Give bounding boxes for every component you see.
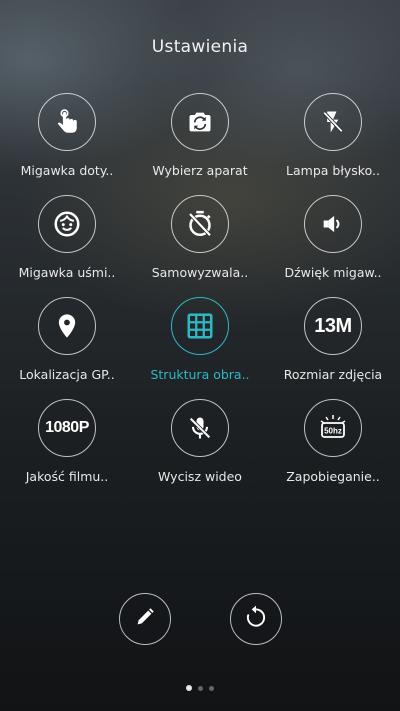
mute-video-label: Wycisz wideo — [158, 469, 242, 484]
photo-size-label: Rozmiar zdjęcia — [283, 367, 383, 382]
touch-shutter-icon — [38, 93, 96, 151]
anti-flicker-icon: 50hz — [304, 399, 362, 457]
self-timer-label: Samowyzwala.. — [151, 265, 249, 280]
page-indicator — [0, 676, 400, 695]
resolution-icon-text: 13M — [314, 314, 352, 337]
video-quality-icon: 1080P — [38, 399, 96, 457]
switch-camera-setting[interactable]: Wybierz aparat — [133, 93, 267, 195]
mic-off-icon — [171, 399, 229, 457]
reset-icon — [243, 604, 269, 634]
photo-size-setting[interactable]: 13M Rozmiar zdjęcia — [266, 297, 400, 399]
pencil-icon — [134, 606, 156, 632]
video-quality-label: Jakość filmu.. — [25, 469, 109, 484]
page-indicator-dot — [198, 686, 203, 691]
grid-label: Struktura obra.. — [150, 367, 250, 382]
switch-camera-icon — [171, 93, 229, 151]
anti-flicker-icon-text: 50hz — [324, 426, 342, 435]
mute-video-setting[interactable]: Wycisz wideo — [133, 399, 267, 501]
touch-shutter-setting[interactable]: Migawka doty.. — [0, 93, 134, 195]
grid-icon — [171, 297, 229, 355]
flash-label: Lampa błysko.. — [286, 163, 380, 178]
self-timer-setting[interactable]: Samowyzwala.. — [133, 195, 267, 297]
settings-grid: Migawka doty.. Wybierz aparat Lampa błys… — [0, 93, 400, 501]
smile-shutter-label: Migawka uśmi.. — [18, 265, 116, 280]
reset-button[interactable] — [230, 593, 282, 645]
gps-location-setting[interactable]: Lokalizacja GP.. — [0, 297, 134, 399]
flash-off-icon — [304, 93, 362, 151]
touch-shutter-label: Migawka doty.. — [20, 163, 114, 178]
settings-row: 1080P Jakość filmu.. Wycisz wideo 50hz Z… — [0, 399, 400, 501]
grid-setting[interactable]: Struktura obra.. — [133, 297, 267, 399]
smile-shutter-setting[interactable]: Migawka uśmi.. — [0, 195, 134, 297]
timer-off-icon — [171, 195, 229, 253]
gps-location-label: Lokalizacja GP.. — [19, 367, 115, 382]
video-quality-icon-text: 1080P — [45, 419, 89, 436]
location-pin-icon — [38, 297, 96, 355]
page-title: Ustawienia — [151, 37, 249, 57]
settings-row: Lokalizacja GP.. Struktura obra.. 13M Ro… — [0, 297, 400, 399]
flash-setting[interactable]: Lampa błysko.. — [266, 93, 400, 195]
anti-flicker-label: Zapobieganie.. — [286, 469, 380, 484]
shutter-sound-setting[interactable]: Dźwięk migaw.. — [266, 195, 400, 297]
switch-camera-label: Wybierz aparat — [152, 163, 248, 178]
page-indicator-dot — [186, 685, 192, 691]
settings-row: Migawka doty.. Wybierz aparat Lampa błys… — [0, 93, 400, 195]
settings-row: Migawka uśmi.. Samowyzwala.. Dźwięk miga… — [0, 195, 400, 297]
shutter-sound-label: Dźwięk migaw.. — [284, 265, 382, 280]
page-indicator-dot — [209, 686, 214, 691]
video-quality-setting[interactable]: 1080P Jakość filmu.. — [0, 399, 134, 501]
anti-flicker-setting[interactable]: 50hz Zapobieganie.. — [266, 399, 400, 501]
speaker-icon — [304, 195, 362, 253]
smile-icon — [38, 195, 96, 253]
resolution-icon: 13M — [304, 297, 362, 355]
edit-button[interactable] — [119, 593, 171, 645]
